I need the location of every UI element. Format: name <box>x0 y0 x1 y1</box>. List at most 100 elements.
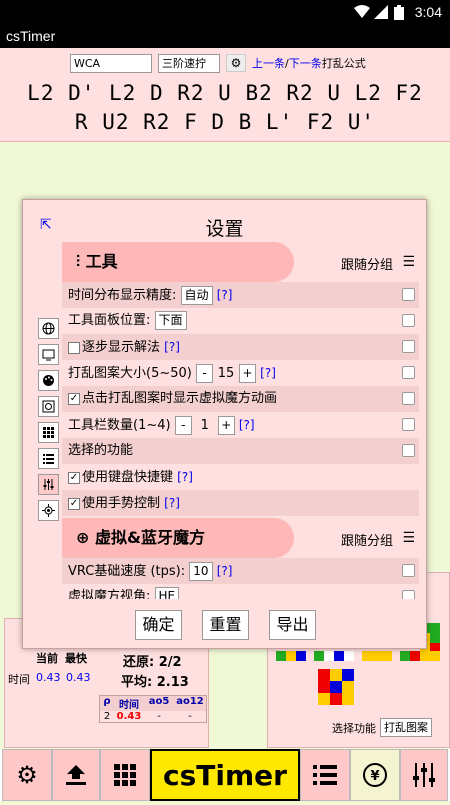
export-button[interactable]: 导出 <box>269 610 316 640</box>
export-upload-icon[interactable] <box>52 749 100 801</box>
sliders-icon[interactable] <box>38 474 59 495</box>
option-checkbox[interactable] <box>402 392 415 405</box>
event-select[interactable]: 三阶速拧 <box>158 53 220 73</box>
signal-icon <box>374 5 388 22</box>
option-checkbox[interactable] <box>402 564 415 577</box>
ok-button[interactable]: 确定 <box>135 610 182 640</box>
option-label: 虚拟魔方视角: <box>68 589 151 599</box>
app-title: csTimer <box>0 24 450 48</box>
dialog-title: 设置 <box>205 218 244 240</box>
list-icon[interactable]: ☰ <box>402 530 415 546</box>
keyboard-shortcut-checkbox[interactable]: ✓ <box>68 471 80 484</box>
stats-current-time[interactable]: 0.43 <box>36 671 61 684</box>
decrement-button[interactable]: - <box>196 364 213 383</box>
session-list-icon[interactable] <box>300 749 350 801</box>
help-link[interactable]: [?] <box>217 288 233 302</box>
option-label: 逐步显示解法 <box>82 340 161 355</box>
vrc-view-select[interactable]: HE <box>154 587 180 599</box>
time-precision-select[interactable]: 自动 <box>180 286 213 305</box>
scramble-grid-icon[interactable] <box>100 749 150 801</box>
option-checkbox[interactable] <box>402 288 415 301</box>
option-label: 打乱图案大小(5~50) <box>68 366 192 381</box>
table-row[interactable]: 2 0.43 - - <box>100 711 206 722</box>
option-checkbox[interactable] <box>402 314 415 327</box>
click-animation-option: ✓ 点击打乱图案时显示虚拟魔方动画 <box>62 386 419 412</box>
grid-icon[interactable] <box>38 422 59 443</box>
vrc-speed-select[interactable]: 10 <box>189 562 213 581</box>
table-cell: - <box>157 711 161 722</box>
help-link[interactable]: [?] <box>164 496 180 510</box>
donate-yen-icon[interactable]: ¥ <box>350 749 400 801</box>
option-label: 使用键盘快捷键 <box>82 470 174 485</box>
click-animation-checkbox[interactable]: ✓ <box>68 392 80 405</box>
gesture-checkbox[interactable]: ✓ <box>68 497 80 510</box>
list-icon[interactable] <box>38 448 59 469</box>
option-checkbox[interactable] <box>402 340 415 353</box>
camera-icon[interactable] <box>38 396 59 417</box>
increment-button[interactable]: + <box>217 416 235 435</box>
scramble-panel: WCA 三阶速拧 ⚙ 上一条/下一条打乱公式 L2 D' L2 D R2 U B… <box>0 48 450 142</box>
option-checkbox[interactable] <box>402 366 415 379</box>
option-checkbox[interactable] <box>402 444 415 457</box>
scramble-size-value: 15 <box>217 365 235 381</box>
cstimer-logo[interactable]: csTimer <box>150 749 300 801</box>
panel-position-select[interactable]: 下面 <box>154 311 187 330</box>
option-label: 工具栏数量(1~4) <box>68 418 171 433</box>
follow-group-label: 跟随分组 <box>340 534 393 549</box>
keyboard-shortcut-option: ✓ 使用键盘快捷键 [?] <box>62 464 419 490</box>
sliders-icon: ⫶ <box>76 252 81 271</box>
follow-group-label: 跟随分组 <box>340 258 393 273</box>
decrement-button[interactable]: - <box>174 416 192 435</box>
help-link[interactable]: [?] <box>217 564 233 578</box>
option-checkbox[interactable] <box>402 590 415 599</box>
settings-gear-icon[interactable]: ⚙ <box>2 749 52 801</box>
help-link[interactable]: [?] <box>177 470 193 484</box>
category-sidebar <box>38 318 60 526</box>
stats-mean: 平均: 2.13 <box>121 675 189 690</box>
table-cell: - <box>188 711 192 722</box>
tool-select[interactable]: 打乱图案 <box>380 718 432 737</box>
globe-icon[interactable] <box>38 318 59 339</box>
stats-best-time[interactable]: 0.43 <box>66 671 91 684</box>
panel-position-option: 工具面板位置: 下面 <box>62 308 419 334</box>
table-header: 时间 <box>119 700 139 711</box>
selected-functions-option: 选择的功能 <box>62 438 419 464</box>
scramble-line-1: L2 D' L2 D R2 U B2 R2 U L2 F2 <box>27 81 423 105</box>
section-virtual-title: ⊕ 虚拟&蓝牙魔方 <box>62 518 294 558</box>
toolbar-count-value: 1 <box>200 417 209 433</box>
wifi-icon <box>354 5 370 22</box>
tools-sliders-icon[interactable] <box>400 749 448 801</box>
palette-icon[interactable] <box>38 370 59 391</box>
section-title: 工具 <box>85 252 118 271</box>
help-link[interactable]: [?] <box>260 366 276 380</box>
stats-current-label: 当前 <box>36 652 58 665</box>
settings-content: ⫶ 工具 跟随分组 ☰ 时间分布显示精度: 自动 [?] 工具面板位置: 下面 … <box>62 242 419 599</box>
battery-icon <box>394 5 404 23</box>
option-checkbox[interactable] <box>402 418 415 431</box>
event-type-select[interactable]: WCA <box>70 53 152 73</box>
bluetooth-cube-icon: ⊕ <box>76 528 90 547</box>
option-label: 点击打乱图案时显示虚拟魔方动画 <box>82 391 278 406</box>
table-cell: 2 <box>103 711 111 722</box>
monitor-icon[interactable] <box>38 344 59 365</box>
prev-scramble-link[interactable]: 上一条 <box>252 57 285 70</box>
increment-button[interactable]: + <box>239 364 256 383</box>
scramble-gear-icon[interactable]: ⚙ <box>226 54 246 72</box>
next-scramble-link[interactable]: 下一条 <box>289 57 322 70</box>
table-header: ao12 <box>176 696 204 707</box>
list-icon[interactable]: ☰ <box>402 254 415 270</box>
step-solution-checkbox[interactable] <box>68 341 80 354</box>
reset-button[interactable]: 重置 <box>202 610 249 640</box>
table-cell: 0.43 <box>116 711 142 722</box>
help-link[interactable]: [?] <box>239 418 255 432</box>
vrc-speed-option: VRC基础速度 (tps): 10 [?] <box>62 558 419 584</box>
time-precision-option: 时间分布显示精度: 自动 [?] <box>62 282 419 308</box>
section-title: 虚拟&蓝牙魔方 <box>94 528 205 547</box>
scramble-label: 打乱公式 <box>321 57 366 70</box>
bluetooth-cube-icon[interactable] <box>38 500 59 521</box>
tool-select-label: 选择功能 <box>332 722 376 735</box>
help-link[interactable]: [?] <box>164 340 180 354</box>
vrc-view-option: 虚拟魔方视角: HE <box>62 584 419 599</box>
section-tools: ⫶ 工具 跟随分组 ☰ <box>62 242 419 282</box>
scramble-text[interactable]: L2 D' L2 D R2 U B2 R2 U L2 F2 R U2 R2 F … <box>0 79 450 137</box>
